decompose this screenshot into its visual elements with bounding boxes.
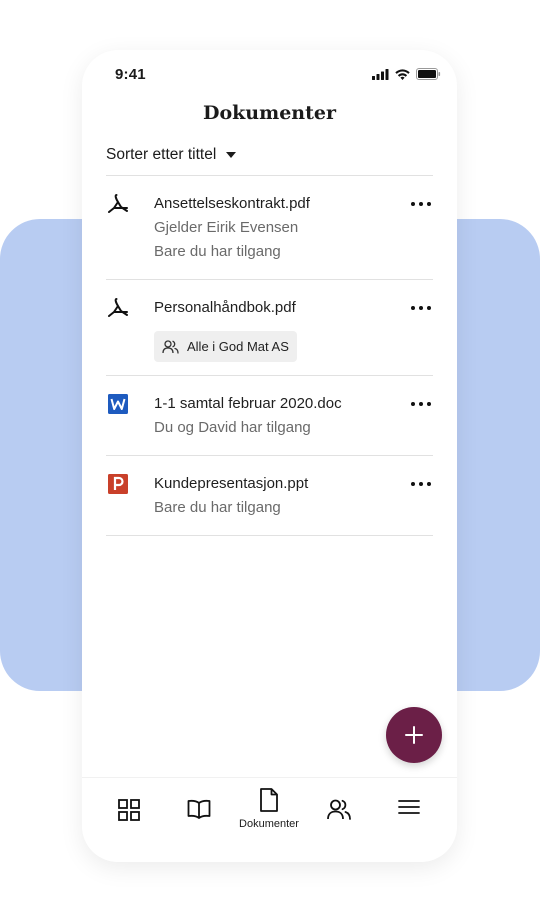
document-name: Kundepresentasjon.ppt	[154, 475, 309, 492]
nav-item-people[interactable]	[304, 778, 374, 862]
more-options-icon[interactable]	[409, 472, 433, 496]
document-name: 1-1 samtal februar 2020.doc	[154, 395, 342, 412]
more-options-icon[interactable]	[409, 192, 433, 216]
plus-icon	[405, 726, 423, 744]
phone-screen: 9:41 Dokumenter Sorter etter tittel Anse…	[82, 50, 457, 862]
powerpoint-icon	[108, 474, 128, 494]
document-row[interactable]: Kundepresentasjon.ppt Bare du har tilgan…	[106, 456, 433, 536]
book-icon	[187, 799, 211, 819]
document-row[interactable]: Ansettelseskontrakt.pdf Gjelder Eirik Ev…	[106, 176, 433, 280]
status-bar: 9:41	[82, 50, 457, 96]
bottom-navigation: Dokumenter	[82, 777, 457, 862]
chip-label: Alle i God Mat AS	[187, 339, 289, 354]
pdf-icon	[108, 194, 128, 213]
document-subtitle: Gjelder Eirik Evensen	[154, 219, 299, 236]
document-access: Bare du har tilgang	[154, 499, 281, 516]
document-name: Ansettelseskontrakt.pdf	[154, 195, 310, 212]
status-time: 9:41	[115, 66, 146, 83]
sort-dropdown[interactable]: Sorter etter tittel	[106, 146, 237, 164]
grid-icon	[118, 799, 140, 821]
word-icon	[108, 394, 128, 414]
status-icons	[372, 68, 441, 80]
pdf-icon	[108, 298, 128, 317]
nav-label-documents: Dokumenter	[239, 818, 299, 830]
shared-with-chip: Alle i God Mat AS	[154, 331, 297, 362]
nav-item-handbook[interactable]	[164, 778, 234, 862]
document-row[interactable]: Personalhåndbok.pdf Alle i God Mat AS	[106, 280, 433, 376]
add-document-button[interactable]	[386, 707, 442, 763]
document-icon	[260, 788, 278, 812]
document-row[interactable]: 1-1 samtal februar 2020.doc Du og David …	[106, 376, 433, 456]
battery-icon	[416, 68, 441, 80]
menu-icon	[398, 800, 420, 814]
signal-icon	[372, 68, 389, 80]
more-options-icon[interactable]	[409, 392, 433, 416]
nav-item-menu[interactable]	[374, 778, 444, 862]
wifi-icon	[395, 68, 410, 80]
document-list: Ansettelseskontrakt.pdf Gjelder Eirik Ev…	[106, 175, 433, 536]
people-icon	[162, 339, 179, 354]
sort-label: Sorter etter tittel	[106, 146, 217, 163]
document-access: Du og David har tilgang	[154, 419, 311, 436]
page-title: Dokumenter	[202, 102, 336, 124]
document-access: Bare du har tilgang	[154, 243, 281, 260]
more-options-icon[interactable]	[409, 296, 433, 320]
nav-item-documents[interactable]: Dokumenter	[234, 778, 304, 862]
nav-item-dashboard[interactable]	[94, 778, 164, 862]
document-name: Personalhåndbok.pdf	[154, 299, 296, 316]
people-icon	[327, 799, 351, 820]
caret-down-icon	[226, 152, 237, 158]
